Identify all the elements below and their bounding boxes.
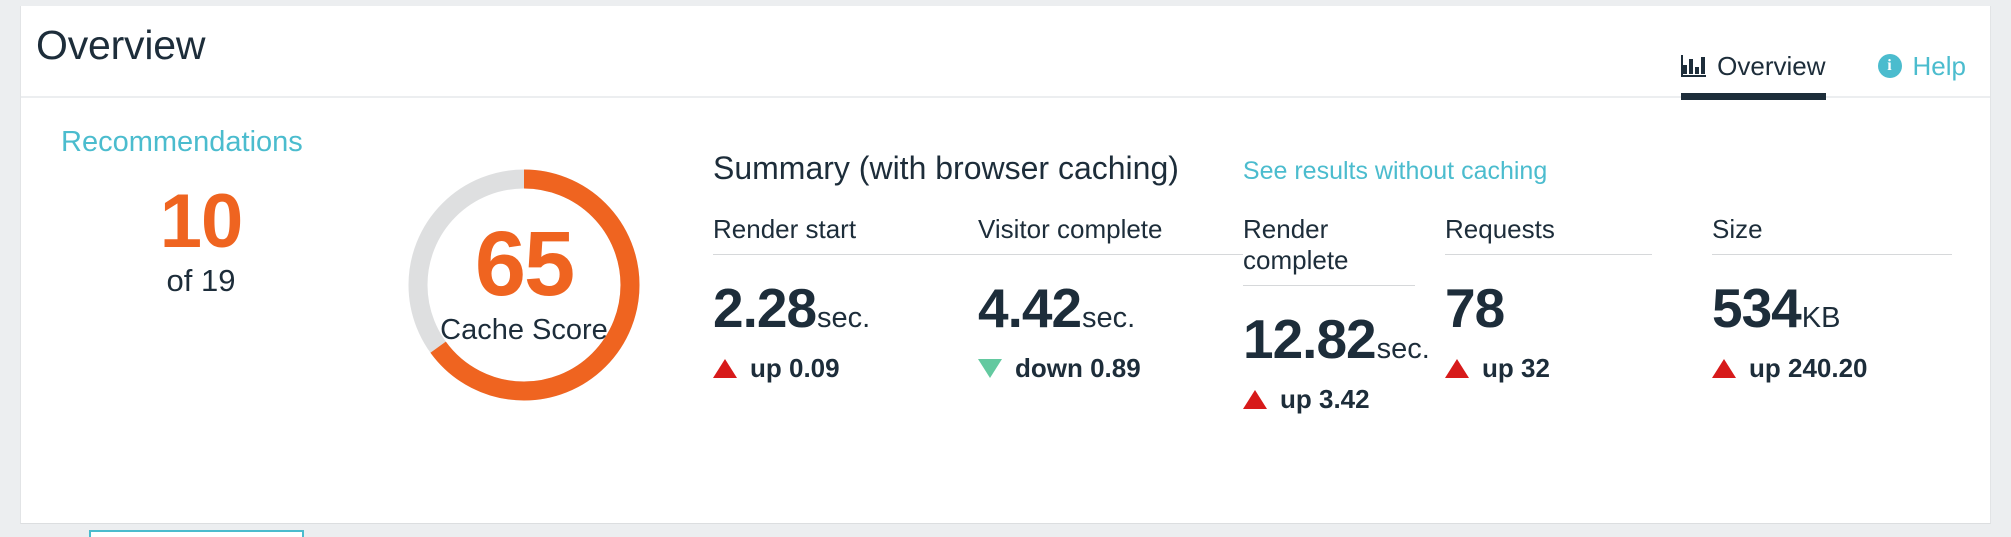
triangle-up-icon (713, 359, 737, 378)
metric-unit: sec. (817, 302, 871, 334)
metric-number: 4.42 (978, 277, 1082, 339)
cache-score-caption: Cache Score (440, 313, 608, 346)
metric-delta-text: up 3.42 (1280, 384, 1370, 414)
summary-header: Summary (with browser caching) See resul… (713, 150, 1547, 187)
tab-help[interactable]: i Help (1877, 33, 1966, 98)
recommendations-panel: Recommendations 10 of 19 (21, 98, 381, 522)
metric-value: 78 (1445, 281, 1712, 336)
recommendations-count-block: 10 of 19 (21, 179, 381, 299)
card-body: Recommendations 10 of 19 Jump to... 65 (21, 98, 1990, 537)
summary-title: Summary (with browser caching) (713, 150, 1179, 186)
cache-score-donut: 65 Cache Score (399, 160, 649, 410)
header-nav: Overview i Help (1681, 6, 1966, 100)
metric-unit: sec. (1082, 302, 1136, 334)
tab-overview[interactable]: Overview (1681, 33, 1826, 100)
metric-number: 534 (1712, 277, 1802, 339)
triangle-down-icon (978, 359, 1002, 378)
recommendations-total: of 19 (166, 263, 236, 299)
overview-card: Overview Overview i Help Recommendations… (20, 6, 1991, 537)
metric-requests: Requests 78 up 32 (1445, 214, 1712, 415)
info-circle-icon: i (1877, 53, 1902, 78)
metric-unit: sec. (1376, 333, 1430, 365)
metric-render-complete: Render complete 12.82 sec. up 3.42 (1243, 214, 1445, 415)
metric-delta-text: up 0.09 (750, 353, 840, 383)
metrics-row: Render start 2.28 sec. up 0.09 Visitor c… (713, 214, 1960, 415)
metric-unit: KB (1801, 302, 1841, 334)
metric-delta: up 0.09 (713, 353, 978, 384)
metric-value: 4.42 sec. (978, 281, 1243, 336)
tab-help-label: Help (1912, 50, 1966, 81)
cache-score-text: 65 Cache Score (399, 160, 649, 410)
page-title: Overview (36, 22, 206, 68)
metric-label: Render start (713, 214, 978, 255)
metric-label: Visitor complete (978, 214, 1243, 255)
metric-delta: up 3.42 (1243, 384, 1445, 415)
metric-delta-text: down 0.89 (1015, 353, 1141, 383)
metric-number: 12.82 (1243, 308, 1377, 370)
metric-label: Render complete (1243, 214, 1415, 286)
triangle-up-icon (1243, 390, 1267, 409)
triangle-up-icon (1712, 359, 1736, 378)
summary-panel: Summary (with browser caching) See resul… (713, 98, 1990, 522)
metric-label: Requests (1445, 214, 1652, 255)
cache-score-value: 65 (474, 213, 575, 316)
triangle-up-icon (1445, 359, 1469, 378)
metric-delta: up 240.20 (1712, 353, 1952, 384)
metric-size: Size 534 KB up 240.20 (1712, 214, 1952, 415)
recommendations-count: 10 (159, 179, 244, 264)
recommendations-title: Recommendations (61, 126, 303, 158)
see-results-without-caching-link[interactable]: See results without caching (1243, 157, 1547, 186)
metric-label: Size (1712, 214, 1952, 255)
metric-value: 2.28 sec. (713, 281, 978, 336)
bar-chart-icon (1681, 54, 1707, 78)
metric-visitor-complete: Visitor complete 4.42 sec. down 0.89 (978, 214, 1243, 415)
metric-delta: up 32 (1445, 353, 1712, 384)
jump-to-dropdown[interactable]: Jump to... (89, 530, 304, 537)
metric-delta-text: up 32 (1482, 353, 1550, 383)
card-header: Overview Overview i Help (21, 6, 1990, 100)
overview-page: Overview Overview i Help Recommendations… (0, 0, 2011, 537)
metric-value: 12.82 sec. (1243, 312, 1445, 367)
metric-value: 534 KB (1712, 281, 1952, 336)
metric-delta: down 0.89 (978, 353, 1243, 384)
metric-delta-text: up 240.20 (1749, 353, 1868, 383)
metric-number: 78 (1445, 277, 1505, 339)
tab-overview-label: Overview (1717, 50, 1826, 81)
metric-render-start: Render start 2.28 sec. up 0.09 (713, 214, 978, 415)
metric-number: 2.28 (713, 277, 817, 339)
